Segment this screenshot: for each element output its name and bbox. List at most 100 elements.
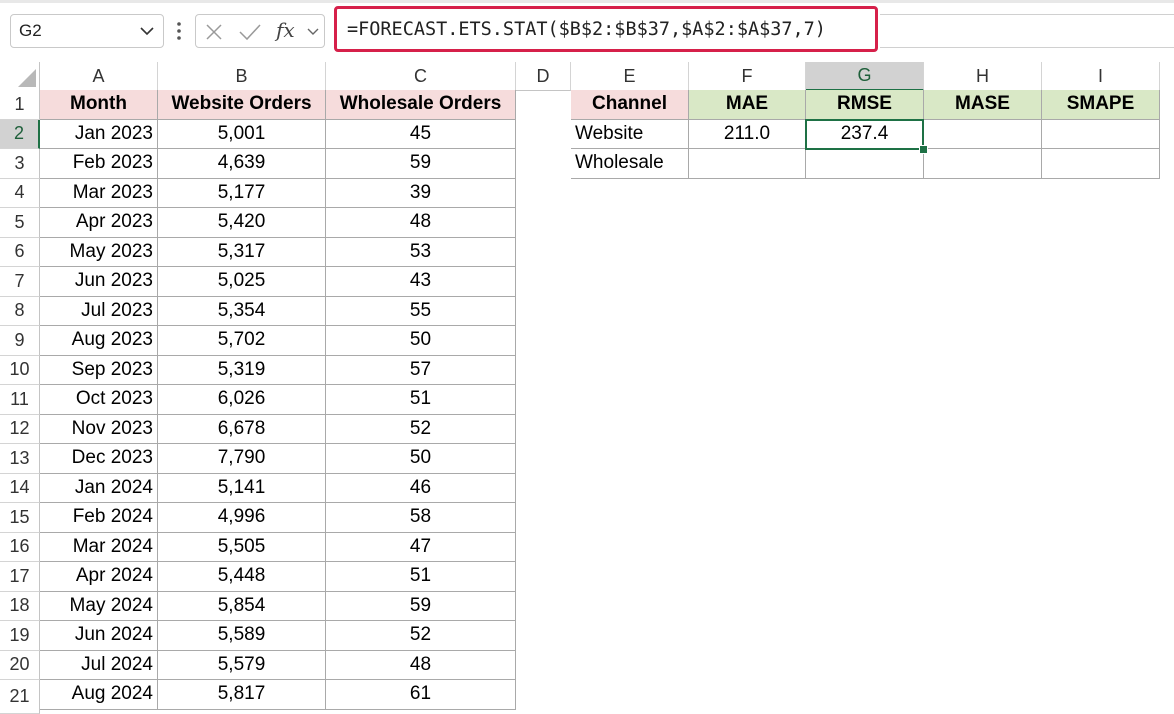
row-header-7[interactable]: 7 xyxy=(0,267,40,297)
fill-handle[interactable] xyxy=(919,145,928,154)
table-header-cell[interactable]: Wholesale Orders xyxy=(326,90,516,120)
stats-header-cell[interactable]: SMAPE xyxy=(1042,90,1160,120)
table-cell[interactable]: Jan 2023 xyxy=(40,119,158,149)
cancel-icon[interactable] xyxy=(204,22,224,42)
column-header-f[interactable]: F xyxy=(689,62,806,91)
column-header-d[interactable]: D xyxy=(516,62,571,91)
table-cell[interactable]: Feb 2023 xyxy=(40,149,158,179)
row-header-1[interactable]: 1 xyxy=(0,90,40,120)
row-header-3[interactable]: 3 xyxy=(0,149,40,179)
table-cell[interactable]: Sep 2023 xyxy=(40,355,158,385)
row-header-4[interactable]: 4 xyxy=(0,178,40,208)
table-cell[interactable]: Aug 2023 xyxy=(40,326,158,356)
row-header-5[interactable]: 5 xyxy=(0,208,40,238)
row-header-18[interactable]: 18 xyxy=(0,591,40,621)
table-cell[interactable]: 57 xyxy=(326,355,516,385)
column-header-b[interactable]: B xyxy=(158,62,326,91)
row-header-21[interactable]: 21 xyxy=(0,680,40,714)
table-cell[interactable]: 5,702 xyxy=(158,326,326,356)
insert-function-icon[interactable]: fx xyxy=(276,18,295,42)
table-cell[interactable]: 59 xyxy=(326,591,516,621)
select-all-corner[interactable] xyxy=(0,62,40,91)
row-header-16[interactable]: 16 xyxy=(0,532,40,562)
table-header-cell[interactable]: Website Orders xyxy=(158,90,326,120)
table-cell[interactable]: 6,678 xyxy=(158,414,326,444)
table-cell[interactable]: 5,141 xyxy=(158,473,326,503)
table-cell[interactable]: 48 xyxy=(326,208,516,238)
table-cell[interactable]: 52 xyxy=(326,621,516,651)
table-cell[interactable]: 53 xyxy=(326,237,516,267)
row-header-2[interactable]: 2 xyxy=(0,119,40,149)
formula-input-extension[interactable] xyxy=(880,14,1174,48)
table-cell[interactable]: 5,505 xyxy=(158,532,326,562)
table-cell[interactable]: 5,420 xyxy=(158,208,326,238)
stats-cell[interactable]: Website xyxy=(571,119,689,149)
table-cell[interactable]: 5,589 xyxy=(158,621,326,651)
stats-cell[interactable] xyxy=(924,119,1042,149)
stats-cell[interactable] xyxy=(1042,149,1160,179)
table-cell[interactable]: Jun 2023 xyxy=(40,267,158,297)
column-header-h[interactable]: H xyxy=(924,62,1042,91)
formula-input[interactable]: =FORECAST.ETS.STAT($B$2:$B$37,$A$2:$A$37… xyxy=(334,6,878,52)
row-header-10[interactable]: 10 xyxy=(0,355,40,385)
table-cell[interactable]: 58 xyxy=(326,503,516,533)
table-cell[interactable]: 51 xyxy=(326,562,516,592)
stats-cell[interactable] xyxy=(806,149,924,179)
row-header-8[interactable]: 8 xyxy=(0,296,40,326)
stats-header-cell[interactable]: Channel xyxy=(571,90,689,120)
table-cell[interactable]: 5,177 xyxy=(158,178,326,208)
table-cell[interactable]: 5,319 xyxy=(158,355,326,385)
table-cell[interactable]: 5,354 xyxy=(158,296,326,326)
table-cell[interactable]: 52 xyxy=(326,414,516,444)
table-cell[interactable]: 6,026 xyxy=(158,385,326,415)
table-cell[interactable]: 7,790 xyxy=(158,444,326,474)
table-cell[interactable]: 50 xyxy=(326,444,516,474)
table-cell[interactable]: 50 xyxy=(326,326,516,356)
row-header-14[interactable]: 14 xyxy=(0,473,40,503)
stats-header-cell[interactable]: MAE xyxy=(689,90,806,120)
table-cell[interactable]: May 2023 xyxy=(40,237,158,267)
column-header-e[interactable]: E xyxy=(571,62,689,91)
column-header-g[interactable]: G xyxy=(806,62,924,91)
column-header-c[interactable]: C xyxy=(326,62,516,91)
table-cell[interactable]: 4,996 xyxy=(158,503,326,533)
row-header-11[interactable]: 11 xyxy=(0,385,40,415)
name-box[interactable]: G2 xyxy=(10,14,164,48)
table-cell[interactable]: Nov 2023 xyxy=(40,414,158,444)
row-header-6[interactable]: 6 xyxy=(0,237,40,267)
stats-header-cell[interactable]: RMSE xyxy=(806,90,924,120)
table-cell[interactable]: 5,579 xyxy=(158,650,326,680)
row-header-19[interactable]: 19 xyxy=(0,621,40,651)
stats-cell[interactable] xyxy=(924,149,1042,179)
table-cell[interactable]: 5,854 xyxy=(158,591,326,621)
table-cell[interactable]: 5,448 xyxy=(158,562,326,592)
table-cell[interactable]: Feb 2024 xyxy=(40,503,158,533)
row-header-15[interactable]: 15 xyxy=(0,503,40,533)
table-cell[interactable]: Oct 2023 xyxy=(40,385,158,415)
chevron-down-icon[interactable] xyxy=(139,21,155,41)
stats-cell[interactable] xyxy=(1042,119,1160,149)
more-options-icon[interactable] xyxy=(172,20,186,42)
table-cell[interactable]: 47 xyxy=(326,532,516,562)
table-cell[interactable]: 48 xyxy=(326,650,516,680)
table-cell[interactable]: Mar 2024 xyxy=(40,532,158,562)
table-cell[interactable]: 46 xyxy=(326,473,516,503)
table-cell[interactable]: 59 xyxy=(326,149,516,179)
stats-cell[interactable]: Wholesale xyxy=(571,149,689,179)
column-header-i[interactable]: I xyxy=(1042,62,1160,91)
column-header-a[interactable]: A xyxy=(40,62,158,91)
table-cell[interactable]: 5,025 xyxy=(158,267,326,297)
table-cell[interactable]: 55 xyxy=(326,296,516,326)
table-cell[interactable]: 5,001 xyxy=(158,119,326,149)
table-cell[interactable]: Apr 2023 xyxy=(40,208,158,238)
check-icon[interactable] xyxy=(238,22,262,42)
row-header-9[interactable]: 9 xyxy=(0,326,40,356)
table-header-cell[interactable]: Month xyxy=(40,90,158,120)
stats-cell[interactable]: 237.4 xyxy=(806,119,924,149)
table-cell[interactable]: Mar 2023 xyxy=(40,178,158,208)
table-cell[interactable]: 45 xyxy=(326,119,516,149)
table-cell[interactable]: Jan 2024 xyxy=(40,473,158,503)
chevron-down-icon[interactable] xyxy=(306,23,320,41)
table-cell[interactable]: Dec 2023 xyxy=(40,444,158,474)
row-header-12[interactable]: 12 xyxy=(0,414,40,444)
